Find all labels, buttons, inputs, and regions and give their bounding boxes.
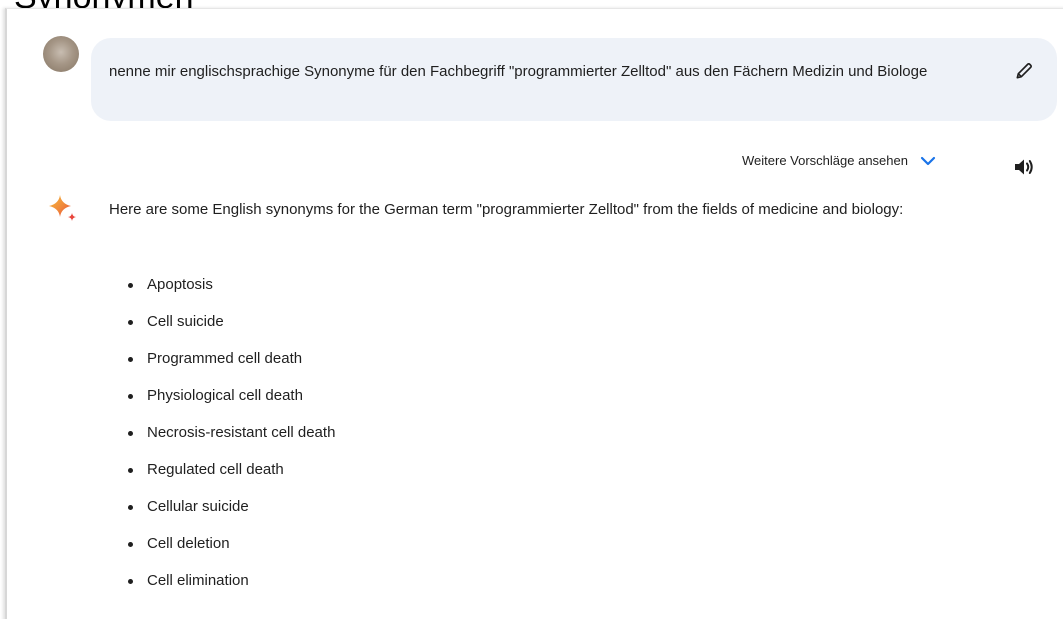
pencil-icon <box>1016 63 1032 79</box>
synonym-list: Apoptosis Cell suicide Programmed cell d… <box>128 274 335 607</box>
list-item: Physiological cell death <box>128 385 335 422</box>
read-aloud-button[interactable] <box>1012 155 1036 179</box>
list-item: Cell deletion <box>128 533 335 570</box>
list-item: Apoptosis <box>128 274 335 311</box>
list-item: Cellular suicide <box>128 496 335 533</box>
user-avatar <box>43 36 79 72</box>
edit-prompt-button[interactable] <box>1011 58 1037 84</box>
list-item: Programmed cell death <box>128 348 335 385</box>
list-item: Cell suicide <box>128 311 335 348</box>
user-prompt-bubble: nenne mir englischsprachige Synonyme für… <box>91 38 1057 121</box>
show-drafts-label: Weitere Vorschläge ansehen <box>742 153 908 168</box>
response-intro-text: Here are some English synonyms for the G… <box>109 201 904 218</box>
show-drafts-button[interactable]: Weitere Vorschläge ansehen <box>742 153 936 168</box>
chevron-down-icon <box>920 155 936 167</box>
sparkle-icon <box>48 194 78 224</box>
list-item: Necrosis-resistant cell death <box>128 422 335 459</box>
list-item: Cell elimination <box>128 570 335 607</box>
list-item: Regulated cell death <box>128 459 335 496</box>
speaker-icon <box>1015 159 1033 175</box>
user-prompt-text: nenne mir englischsprachige Synonyme für… <box>109 63 928 80</box>
page: Synonymen nenne mir englischsprachige Sy… <box>0 0 1063 619</box>
